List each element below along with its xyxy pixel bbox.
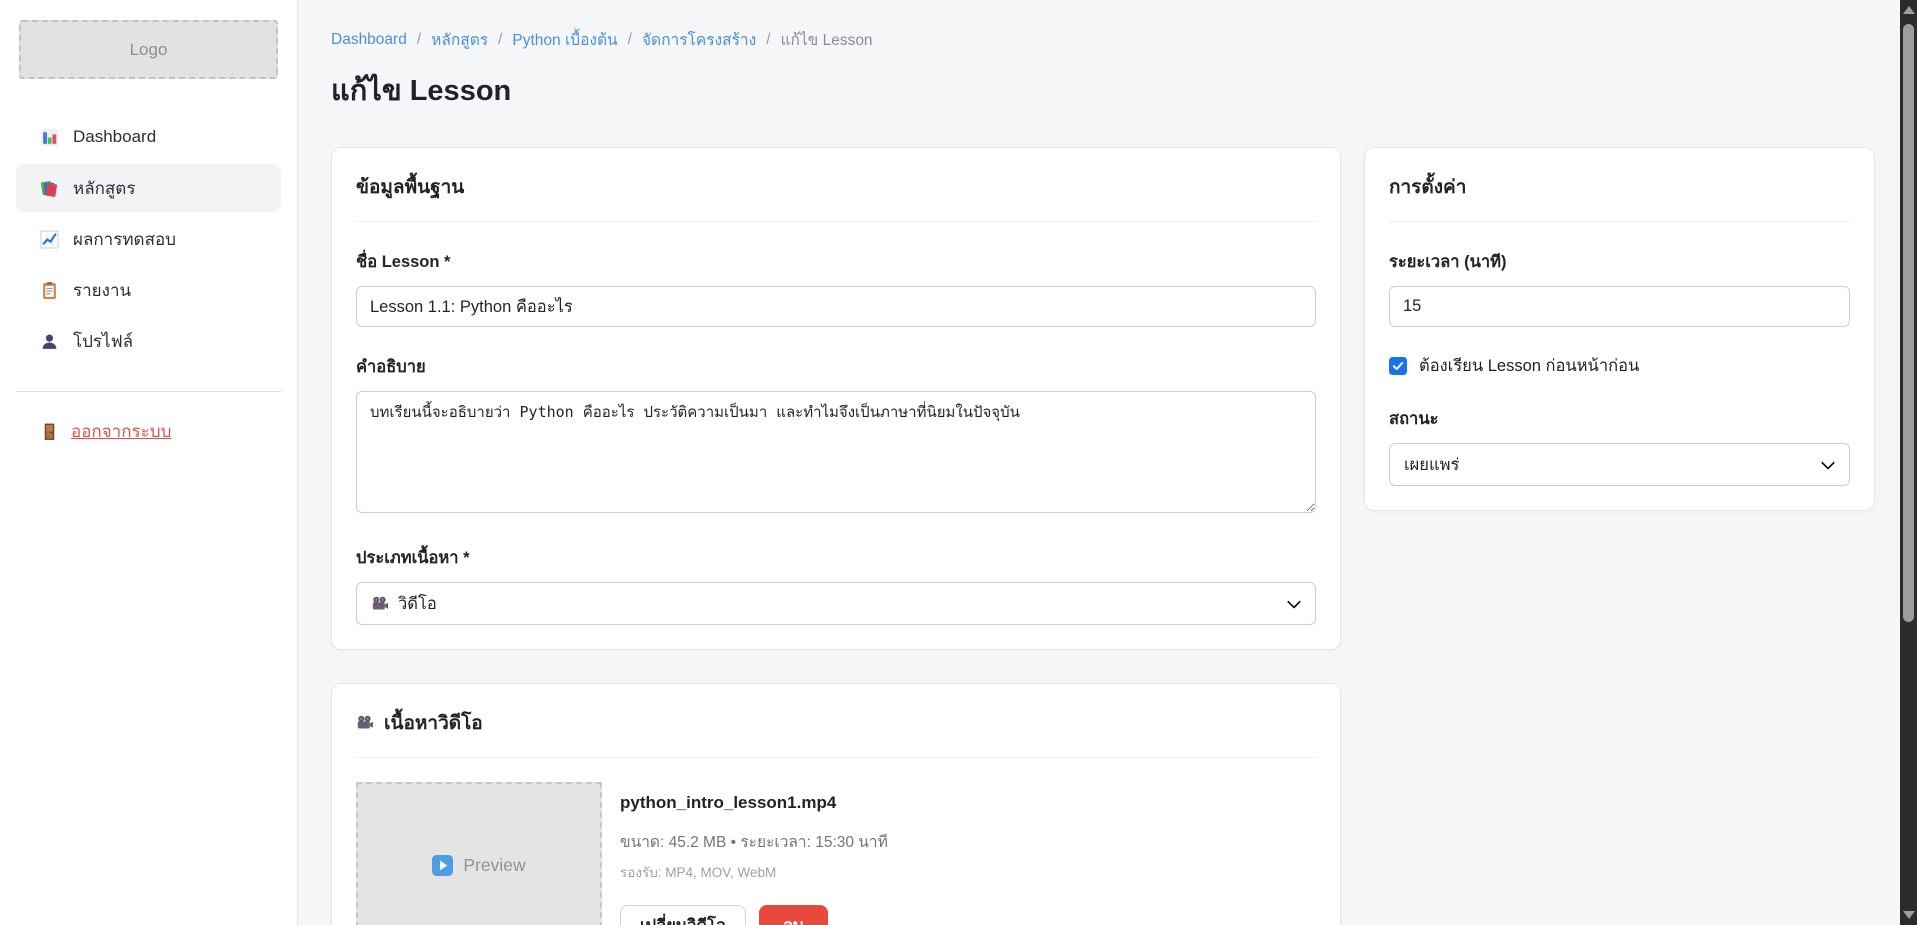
- video-preview-label: Preview: [463, 855, 525, 876]
- breadcrumb: Dashboard / หลักสูตร / Python เบื้องต้น …: [331, 27, 1900, 52]
- description-textarea[interactable]: บทเรียนนี้จะอธิบายว่า Python คืออะไร ประ…: [356, 391, 1316, 513]
- movie-camera-icon: [356, 714, 374, 732]
- video-info: python_intro_lesson1.mp4 ขนาด: 45.2 MB •…: [620, 782, 888, 925]
- sidebar-item-courses[interactable]: หลักสูตร: [16, 164, 281, 212]
- breadcrumb-current: แก้ไข Lesson: [781, 27, 873, 52]
- content-type-select[interactable]: วิดีโอ: [356, 582, 1316, 625]
- bar-chart-icon: [40, 128, 59, 147]
- logo-placeholder: Logo: [19, 20, 278, 79]
- sidebar-item-label: Dashboard: [73, 127, 156, 147]
- checkbox-checked-icon[interactable]: [1389, 357, 1407, 375]
- chart-increasing-icon: [40, 230, 59, 249]
- prerequisite-label: ต้องเรียน Lesson ก่อนหน้าก่อน: [1419, 353, 1639, 379]
- breadcrumb-separator: /: [498, 31, 502, 49]
- prerequisite-checkbox-row[interactable]: ต้องเรียน Lesson ก่อนหน้าก่อน: [1389, 353, 1850, 379]
- sidebar-item-label: โปรไฟล์: [73, 328, 133, 355]
- sidebar-item-test-results[interactable]: ผลการทดสอบ: [16, 215, 281, 263]
- breadcrumb-separator: /: [628, 31, 632, 49]
- scrollbar-up-arrow[interactable]: [1903, 6, 1915, 14]
- breadcrumb-link-structure[interactable]: จัดการโครงสร้าง: [642, 27, 756, 52]
- content-type-value: วิดีโอ: [398, 591, 437, 617]
- breadcrumb-link-courses[interactable]: หลักสูตร: [431, 27, 488, 52]
- sidebar: Logo Dashboard หลักสูตร ผลการทดสอบ รายงา…: [0, 0, 298, 925]
- breadcrumb-link-course-python[interactable]: Python เบื้องต้น: [512, 27, 617, 52]
- video-meta: ขนาด: 45.2 MB • ระยะเวลา: 15:30 นาที: [620, 829, 888, 854]
- content-type-label: ประเภทเนื้อหา *: [356, 545, 1316, 571]
- status-select[interactable]: เผยแพร่: [1389, 443, 1850, 486]
- play-icon: [432, 855, 453, 876]
- breadcrumb-separator: /: [766, 31, 770, 49]
- door-icon: [40, 422, 59, 441]
- logout-link[interactable]: ออกจากระบบ: [16, 418, 281, 445]
- logout-label: ออกจากระบบ: [71, 418, 171, 445]
- sidebar-item-dashboard[interactable]: Dashboard: [16, 113, 281, 161]
- sidebar-item-profile[interactable]: โปรไฟล์: [16, 317, 281, 365]
- sidebar-nav: Dashboard หลักสูตร ผลการทดสอบ รายงาน โปร…: [0, 113, 297, 365]
- scrollbar[interactable]: [1900, 0, 1917, 925]
- chevron-down-icon: [1287, 594, 1301, 608]
- books-icon: [40, 179, 59, 198]
- video-filename: python_intro_lesson1.mp4: [620, 793, 888, 813]
- breadcrumb-link-dashboard[interactable]: Dashboard: [331, 31, 407, 49]
- chevron-down-icon: [1821, 455, 1835, 469]
- video-content-card: เนื้อหาวิดีโอ Preview python_intro_lesso…: [331, 683, 1341, 925]
- card-divider: [356, 221, 1316, 222]
- basic-info-card: ข้อมูลพื้นฐาน ชื่อ Lesson * คำอธิบาย บทเ…: [331, 147, 1341, 650]
- card-divider: [1389, 221, 1850, 222]
- clipboard-icon: [40, 281, 59, 300]
- delete-video-button[interactable]: ลบ: [759, 905, 828, 925]
- sidebar-divider: [16, 391, 281, 392]
- basic-info-card-title: ข้อมูลพื้นฐาน: [356, 172, 1316, 202]
- settings-card-title: การตั้งค่า: [1389, 172, 1850, 202]
- breadcrumb-separator: /: [417, 31, 421, 49]
- status-value: เผยแพร่: [1404, 452, 1459, 478]
- main-content: Dashboard / หลักสูตร / Python เบื้องต้น …: [299, 0, 1900, 925]
- duration-input[interactable]: [1389, 286, 1850, 327]
- page-title: แก้ไข Lesson: [331, 71, 1900, 111]
- card-divider: [356, 757, 1316, 758]
- video-card-title: เนื้อหาวิดีโอ: [384, 708, 483, 738]
- lesson-name-input[interactable]: [356, 286, 1316, 327]
- status-label: สถานะ: [1389, 406, 1850, 432]
- movie-camera-icon: [371, 595, 389, 613]
- description-label: คำอธิบาย: [356, 354, 1316, 380]
- scrollbar-thumb[interactable]: [1903, 24, 1914, 622]
- sidebar-item-reports[interactable]: รายงาน: [16, 266, 281, 314]
- video-preview[interactable]: Preview: [356, 782, 602, 925]
- duration-label: ระยะเวลา (นาที): [1389, 249, 1850, 275]
- lesson-name-label: ชื่อ Lesson *: [356, 249, 1316, 275]
- settings-card: การตั้งค่า ระยะเวลา (นาที) ต้องเรียน Les…: [1364, 147, 1875, 511]
- change-video-button[interactable]: เปลี่ยนวิดีโอ: [620, 905, 746, 925]
- scrollbar-down-arrow[interactable]: [1903, 911, 1915, 919]
- logo-text: Logo: [130, 40, 168, 60]
- sidebar-item-label: ผลการทดสอบ: [73, 226, 176, 253]
- sidebar-item-label: หลักสูตร: [73, 175, 135, 202]
- video-supported-formats: รองรับ: MP4, MOV, WebM: [620, 861, 888, 883]
- video-card-title-row: เนื้อหาวิดีโอ: [356, 708, 1316, 738]
- sidebar-item-label: รายงาน: [73, 277, 131, 304]
- person-icon: [40, 332, 59, 351]
